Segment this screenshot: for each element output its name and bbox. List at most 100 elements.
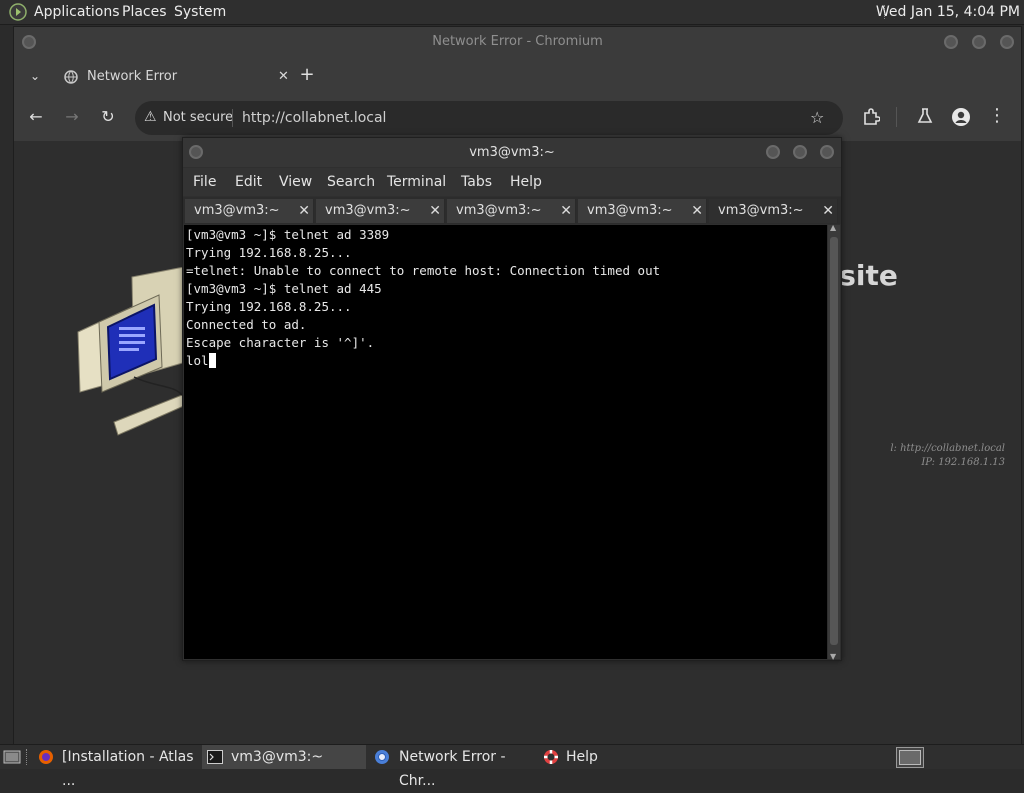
task-label: vm3@vm3:~	[231, 749, 324, 765]
terminal-scrollbar-thumb[interactable]	[830, 237, 838, 645]
terminal-line: [vm3@vm3 ~]$ telnet ad 445	[186, 281, 382, 296]
top-panel: Applications Places System Wed Jan 15, 4…	[0, 0, 1024, 25]
terminal-close-button[interactable]	[820, 145, 834, 159]
tab-search-chevron-icon[interactable]: ⌄	[25, 66, 45, 86]
terminal-input-line[interactable]: lol	[186, 352, 216, 370]
tab-close-icon[interactable]: ✕	[560, 199, 572, 223]
task-installation-atlas[interactable]: [Installation - Atlas ...	[32, 745, 200, 789]
globe-icon	[64, 70, 78, 84]
terminal-scrollbar[interactable]: ▲ ▼	[828, 223, 840, 661]
warning-triangle-icon[interactable]: ⚠	[144, 109, 157, 125]
terminal-line: [vm3@vm3 ~]$ telnet ad 3389	[186, 227, 390, 242]
tab-close-icon[interactable]: ✕	[691, 199, 703, 223]
taskbar-separator	[26, 749, 28, 765]
terminal-minimize-button[interactable]	[766, 145, 780, 159]
applications-icon[interactable]	[9, 3, 27, 21]
terminal-tab-label: vm3@vm3:~	[456, 203, 542, 218]
tab-close-icon[interactable]: ✕	[298, 199, 310, 223]
security-label[interactable]: Not secure	[163, 101, 233, 135]
profile-avatar-icon[interactable]	[951, 107, 971, 127]
url-text[interactable]: http://collabnet.local	[242, 101, 386, 135]
terminal-line: =telnet: Unable to connect to remote hos…	[186, 263, 661, 278]
menu-search[interactable]: Search	[327, 168, 375, 196]
terminal-line: Escape character is '^]'.	[186, 335, 375, 350]
workspace-1[interactable]	[899, 750, 921, 765]
toolbar-divider	[896, 107, 897, 127]
menu-help[interactable]: Help	[510, 168, 542, 196]
show-desktop-icon[interactable]	[3, 749, 21, 765]
tab-close-icon[interactable]: ✕	[822, 199, 834, 223]
labs-flask-icon[interactable]	[916, 107, 934, 125]
tab-close-icon[interactable]: ✕	[278, 61, 289, 93]
menu-terminal[interactable]: Terminal	[387, 168, 446, 196]
forward-arrow-icon[interactable]: →	[62, 107, 82, 127]
address-bar[interactable]: ⚠ Not secure http://collabnet.local ☆	[135, 101, 843, 135]
new-tab-plus-icon[interactable]: +	[297, 65, 317, 85]
system-menu[interactable]: System	[174, 0, 226, 24]
terminal-output[interactable]: [vm3@vm3 ~]$ telnet ad 3389 Trying 192.1…	[184, 225, 827, 659]
scroll-down-arrow-icon[interactable]: ▼	[830, 652, 836, 661]
page-url-info: l: http://collabnet.local	[890, 443, 1005, 454]
chromium-icon	[375, 750, 389, 764]
terminal-tab-label: vm3@vm3:~	[194, 203, 280, 218]
terminal-line: Trying 192.168.8.25...	[186, 299, 352, 314]
terminal-tab-2[interactable]: vm3@vm3:~ ✕	[316, 199, 445, 223]
places-menu[interactable]: Places	[122, 0, 167, 24]
reload-icon[interactable]: ↻	[98, 107, 118, 127]
maximize-button[interactable]	[972, 35, 986, 49]
tab-network-error[interactable]: Network Error ✕	[50, 61, 290, 93]
terminal-line: Trying 192.168.8.25...	[186, 245, 352, 260]
tab-title: Network Error	[87, 69, 178, 84]
terminal-tab-label: vm3@vm3:~	[587, 203, 673, 218]
terminal-tab-bar: vm3@vm3:~ ✕ vm3@vm3:~ ✕ vm3@vm3:~ ✕ vm3@vm3…	[183, 197, 841, 224]
terminal-window: vm3@vm3:~ File Edit View Search Terminal…	[182, 137, 842, 661]
tab-close-icon[interactable]: ✕	[429, 199, 441, 223]
help-lifebuoy-icon	[544, 750, 558, 764]
window-menu-button[interactable]	[22, 35, 36, 49]
back-arrow-icon[interactable]: ←	[26, 107, 46, 127]
browser-toolbar: ← → ↻ ⚠ Not secure http://collabnet.loca…	[14, 93, 1021, 141]
task-chromium[interactable]: Network Error - Chr...	[370, 745, 536, 789]
terminal-maximize-button[interactable]	[793, 145, 807, 159]
applications-menu[interactable]: Applications	[34, 0, 120, 24]
clock[interactable]: Wed Jan 15, 4:04 PM	[876, 0, 1020, 24]
scroll-up-arrow-icon[interactable]: ▲	[830, 223, 836, 232]
terminal-titlebar[interactable]: vm3@vm3:~	[183, 138, 841, 167]
menu-view[interactable]: View	[279, 168, 312, 196]
task-label: [Installation - Atlas ...	[62, 749, 194, 789]
task-label: Network Error - Chr...	[399, 749, 506, 789]
terminal-tab-1[interactable]: vm3@vm3:~ ✕	[185, 199, 314, 223]
terminal-tab-5-active[interactable]: vm3@vm3:~ ✕	[709, 199, 838, 223]
terminal-menubar: File Edit View Search Terminal Tabs Help	[183, 168, 841, 196]
terminal-tab-4[interactable]: vm3@vm3:~ ✕	[578, 199, 707, 223]
terminal-input-text: lol	[186, 353, 209, 368]
terminal-window-title: vm3@vm3:~	[469, 145, 555, 160]
browser-window-title: Network Error - Chromium	[432, 34, 603, 49]
minimize-button[interactable]	[944, 35, 958, 49]
task-terminal[interactable]: vm3@vm3:~	[202, 745, 366, 769]
extensions-puzzle-icon[interactable]	[862, 108, 880, 126]
browser-titlebar[interactable]: Network Error - Chromium	[14, 27, 1021, 57]
task-label: Help	[566, 749, 598, 765]
task-help[interactable]: Help	[540, 745, 630, 769]
firefox-icon	[39, 750, 53, 764]
computer-illustration	[77, 267, 187, 436]
bottom-panel: [Installation - Atlas ... vm3@vm3:~ Netw…	[0, 744, 1024, 789]
omnibox-divider	[232, 109, 233, 127]
menu-edit[interactable]: Edit	[235, 168, 262, 196]
terminal-tab-3[interactable]: vm3@vm3:~ ✕	[447, 199, 576, 223]
bookmark-star-icon[interactable]: ☆	[810, 108, 824, 127]
tab-strip: ⌄ Network Error ✕ +	[14, 57, 1021, 93]
menu-file[interactable]: File	[193, 168, 216, 196]
terminal-cursor	[208, 353, 216, 368]
close-button[interactable]	[1000, 35, 1014, 49]
terminal-icon	[207, 750, 223, 764]
workspace-switcher[interactable]	[896, 747, 924, 768]
kebab-menu-icon[interactable]: ⋮	[987, 106, 1007, 126]
page-ip-info: IP: 192.168.1.13	[921, 457, 1005, 468]
terminal-line: Connected to ad.	[186, 317, 307, 332]
terminal-tab-label: vm3@vm3:~	[718, 203, 804, 218]
terminal-tab-label: vm3@vm3:~	[325, 203, 411, 218]
terminal-window-menu-button[interactable]	[189, 145, 203, 159]
menu-tabs[interactable]: Tabs	[461, 168, 492, 196]
